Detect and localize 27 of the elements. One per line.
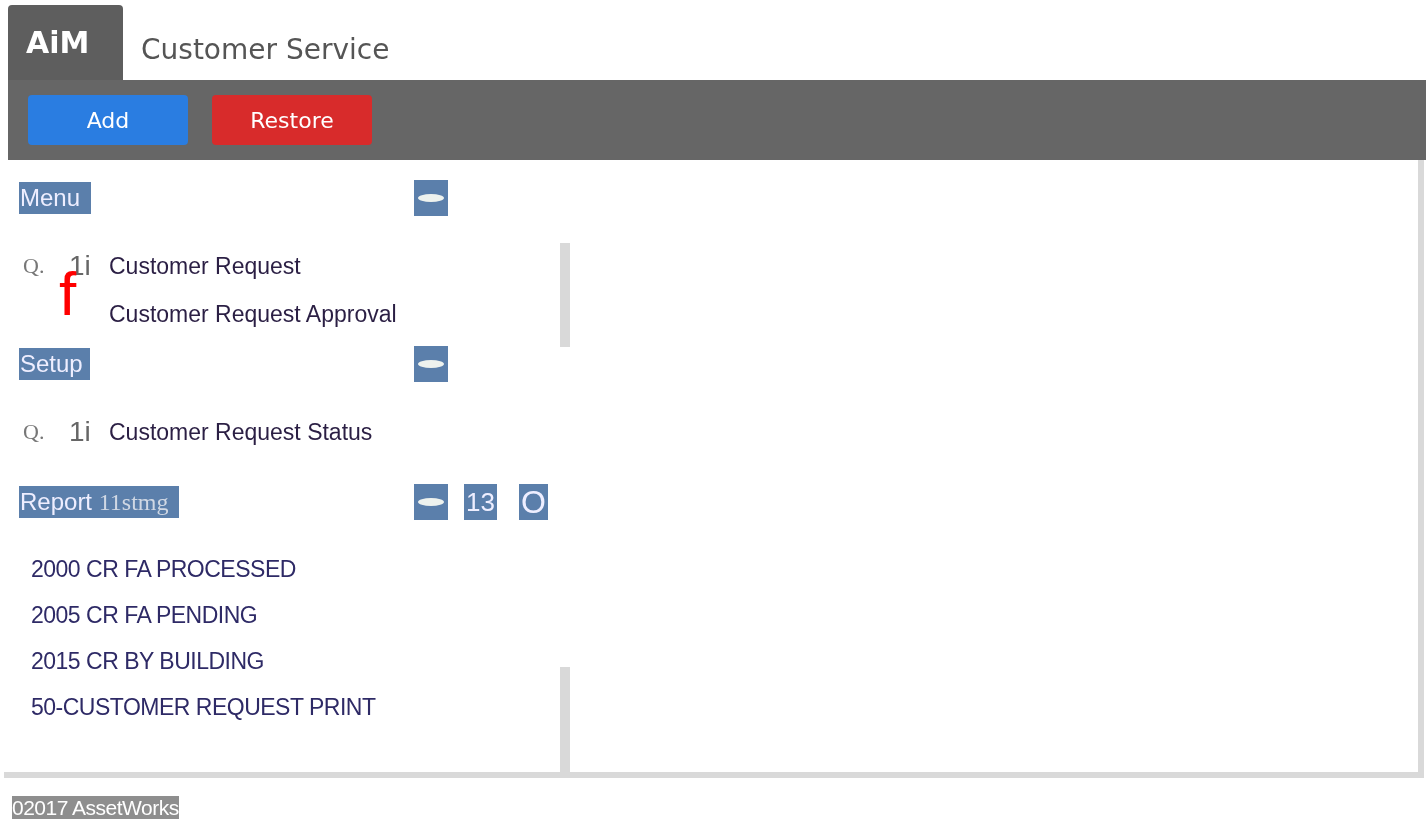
report-link[interactable]: 2005 CR FA PENDING (19, 601, 258, 629)
search-icon[interactable]: Q. (23, 419, 69, 445)
add-button[interactable]: Add (28, 95, 188, 145)
app-logo: AiM (8, 5, 123, 80)
copyright: 02017 AssetWorks (12, 796, 179, 819)
section-header: Report 11stmg (19, 486, 179, 518)
scrollbar[interactable] (560, 667, 570, 772)
minus-icon (418, 498, 444, 506)
page-title: Customer Service (140, 33, 390, 68)
minus-icon (418, 360, 444, 368)
section-header: Setup (19, 348, 90, 380)
restore-button[interactable]: Restore (212, 95, 372, 145)
collapse-button[interactable] (414, 180, 448, 216)
info-icon[interactable]: 1i (69, 416, 91, 448)
minus-icon (418, 194, 444, 202)
report-link[interactable]: 50-CUSTOMER REQUEST PRINT (19, 693, 376, 721)
section-header: Menu (19, 182, 91, 214)
section-button[interactable]: 13 (464, 484, 497, 520)
menu-item[interactable]: Customer Request Status (109, 418, 373, 446)
collapse-button[interactable] (414, 484, 448, 520)
section-button[interactable]: O (518, 484, 548, 520)
collapse-button[interactable] (414, 346, 448, 382)
report-link[interactable]: 2000 CR FA PROCESSED (19, 555, 296, 583)
menu-item[interactable]: Customer Request (109, 252, 301, 280)
scrollbar[interactable] (560, 243, 570, 347)
report-link[interactable]: 2015 CR BY BUILDING (19, 647, 264, 675)
menu-item[interactable]: Customer Request Approval (109, 300, 397, 328)
